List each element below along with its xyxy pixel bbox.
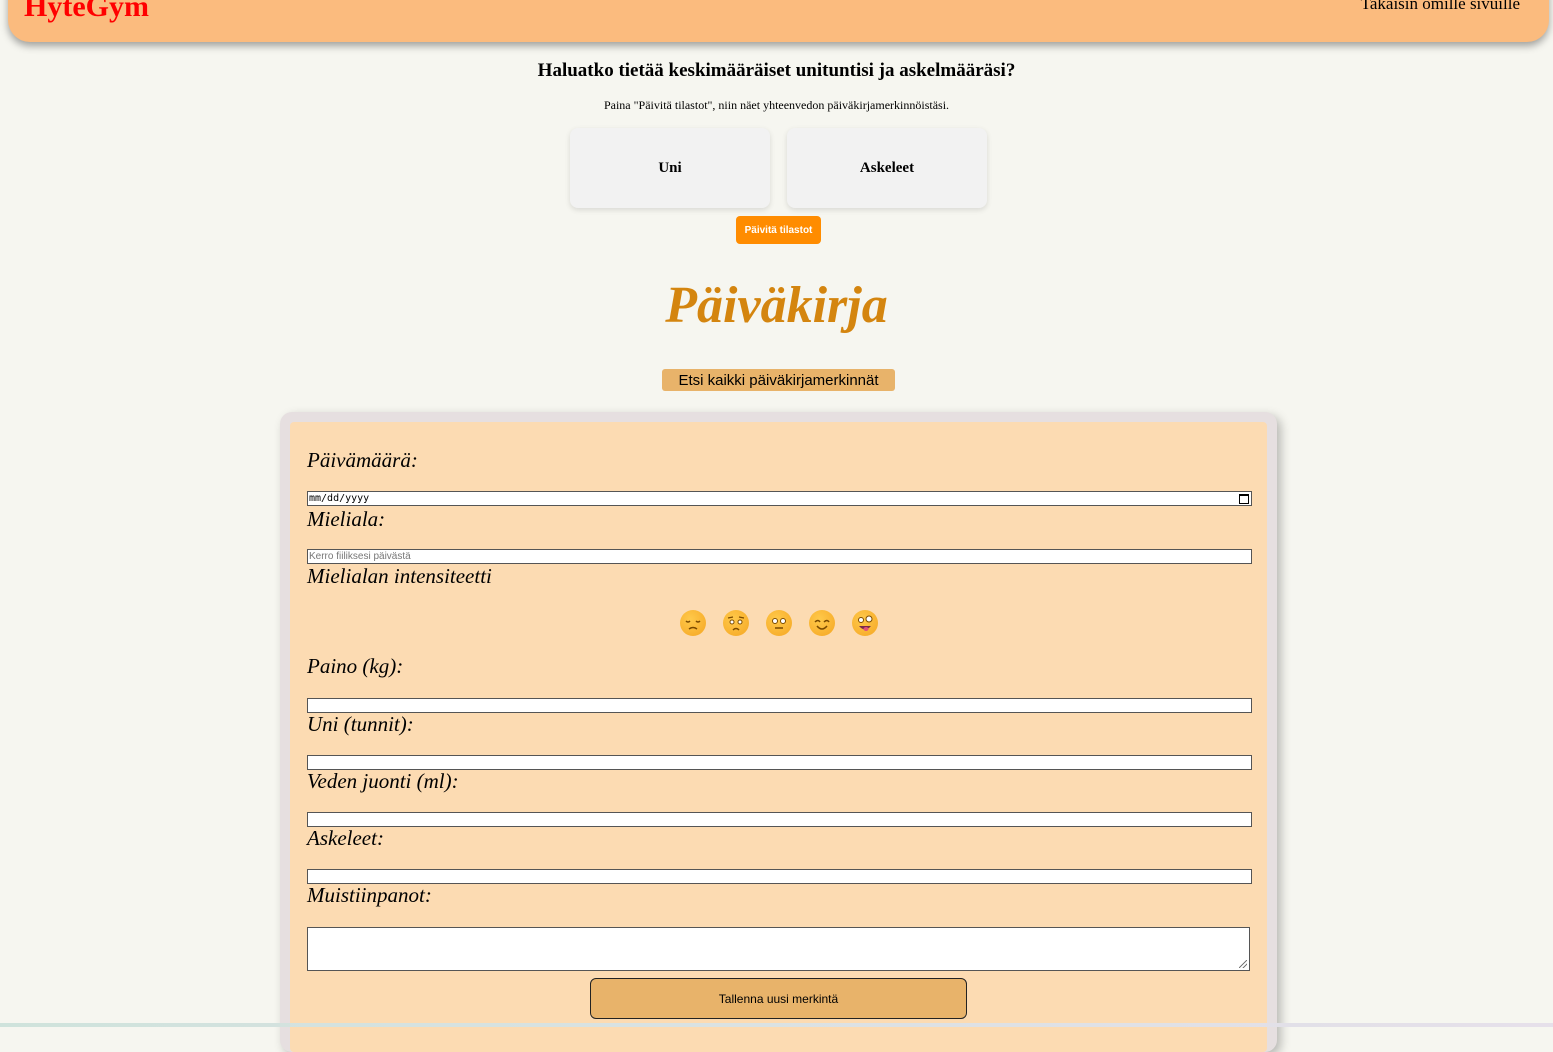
notes-textarea[interactable] — [307, 927, 1250, 971]
stat-card-sleep: Uni — [570, 128, 770, 208]
sleep-label: Uni (tunnit): — [307, 712, 414, 736]
mood-label: Mieliala: — [307, 507, 386, 531]
weight-input[interactable] — [307, 698, 1252, 713]
mood-input-placeholder: Kerro fiiliksesi päivästä — [309, 551, 411, 562]
update-stats-button[interactable]: Päivitä tilastot — [736, 216, 821, 244]
diary-form-container: Päivämäärä: mm/dd/yyyy Mieliala: Kerro f… — [280, 412, 1277, 1052]
stat-card-steps: Askeleet — [787, 128, 987, 208]
diary-title: Päiväkirja — [665, 277, 888, 334]
search-all-entries-button[interactable]: Etsi kaikki päiväkirjamerkinnät — [662, 369, 895, 391]
mood-intensity-selector — [680, 610, 890, 640]
water-label: Veden juonti (ml): — [307, 769, 459, 793]
smiling-face-icon[interactable] — [809, 610, 835, 636]
steps-label: Askeleet: — [307, 826, 384, 850]
mood-intensity-label: Mielialan intensiteetti — [307, 564, 492, 588]
notes-label: Muistiinpanot: — [307, 883, 432, 907]
stats-heading: Haluatko tietää keskimääräiset unituntis… — [537, 60, 1016, 81]
brand-logo[interactable]: HyteGym — [24, 0, 149, 22]
stat-card-sleep-label: Uni — [658, 159, 682, 176]
weight-label: Paino (kg): — [307, 654, 404, 678]
water-input[interactable] — [307, 812, 1252, 827]
diary-form: Päivämäärä: mm/dd/yyyy Mieliala: Kerro f… — [290, 422, 1267, 1052]
steps-input[interactable] — [307, 869, 1252, 884]
sleep-input[interactable] — [307, 755, 1252, 770]
stats-description: Paina "Päivitä tilastot", niin näet yhte… — [603, 98, 950, 112]
top-header: HyteGym Takaisin omille sivuille — [8, 0, 1549, 42]
mood-input[interactable]: Kerro fiiliksesi päivästä — [307, 549, 1252, 564]
stat-card-steps-label: Askeleet — [859, 159, 915, 176]
zany-face-icon[interactable] — [852, 610, 878, 636]
bottom-divider — [0, 1023, 1553, 1027]
neutral-face-icon[interactable] — [766, 610, 792, 636]
worried-face-icon[interactable] — [723, 610, 749, 636]
date-label: Päivämäärä: — [307, 448, 418, 472]
resize-handle-icon[interactable] — [1239, 960, 1247, 968]
pensive-face-icon[interactable] — [680, 610, 706, 636]
save-entry-button[interactable]: Tallenna uusi merkintä — [590, 978, 967, 1019]
calendar-icon[interactable] — [1239, 494, 1249, 504]
back-to-profile-link[interactable]: Takaisin omille sivuille — [1361, 0, 1520, 14]
date-input-value: mm/dd/yyyy — [309, 493, 370, 504]
date-input[interactable]: mm/dd/yyyy — [307, 491, 1252, 506]
